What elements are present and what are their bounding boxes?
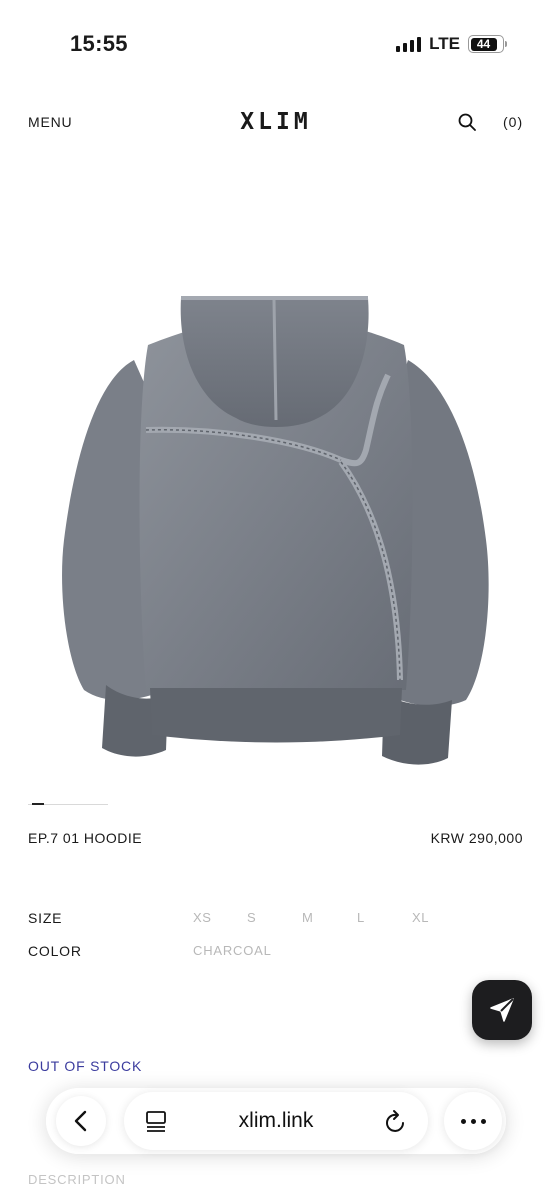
reload-icon[interactable] bbox=[384, 1108, 408, 1134]
url-text[interactable]: xlim.link bbox=[124, 1109, 428, 1133]
search-icon[interactable] bbox=[457, 112, 477, 132]
size-label: SIZE bbox=[28, 910, 63, 926]
size-option-xs[interactable]: XS bbox=[193, 910, 212, 925]
dot-icon bbox=[460, 1118, 466, 1124]
status-time: 15:55 bbox=[70, 31, 128, 56]
dot-icon bbox=[480, 1118, 486, 1124]
size-option-xl[interactable]: XL bbox=[412, 910, 429, 925]
image-carousel-indicator[interactable] bbox=[28, 803, 108, 805]
color-option-charcoal[interactable]: CHARCOAL bbox=[193, 943, 272, 958]
battery-icon: 44 bbox=[468, 35, 507, 53]
description-toggle[interactable]: DESCRIPTION bbox=[28, 1172, 126, 1187]
cart-button[interactable]: (0) bbox=[503, 114, 523, 130]
more-options-button[interactable] bbox=[444, 1092, 502, 1150]
share-button[interactable] bbox=[472, 980, 532, 1040]
status-indicators: LTE 44 bbox=[396, 34, 507, 54]
back-button[interactable] bbox=[56, 1096, 106, 1146]
product-price: KRW 290,000 bbox=[430, 830, 523, 846]
size-option-l[interactable]: L bbox=[357, 910, 365, 925]
signal-icon bbox=[396, 36, 422, 52]
dot-icon bbox=[470, 1118, 476, 1124]
chevron-left-icon bbox=[74, 1110, 87, 1132]
carousel-position-thumb bbox=[32, 803, 44, 805]
network-type: LTE bbox=[429, 34, 460, 53]
stock-status: OUT OF STOCK bbox=[28, 1058, 143, 1074]
color-label: COLOR bbox=[28, 943, 82, 959]
send-icon bbox=[490, 998, 514, 1022]
address-bar[interactable]: xlim.link bbox=[124, 1092, 428, 1150]
size-option-m[interactable]: M bbox=[302, 910, 313, 925]
hoodie-back-photo[interactable] bbox=[56, 290, 496, 770]
size-option-s[interactable]: S bbox=[247, 910, 256, 925]
battery-level: 44 bbox=[470, 37, 497, 51]
product-name: EP.7 01 HOODIE bbox=[28, 830, 143, 846]
